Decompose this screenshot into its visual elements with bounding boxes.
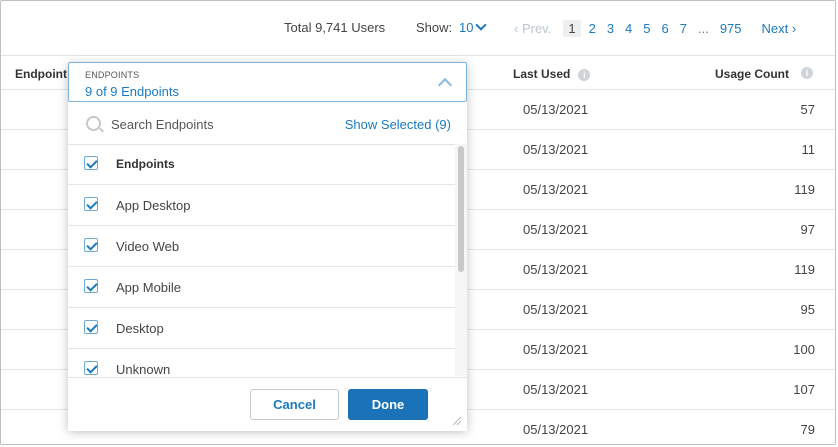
field-value: 9 of 9 Endpoints [85, 84, 179, 99]
pager: ‹ Prev. 1 2 3 4 5 6 7 ... 975 Next › [514, 18, 796, 38]
option-video-web[interactable]: Video Web [68, 226, 456, 267]
option-label: Endpoints [116, 157, 175, 171]
last-used-cell: 05/13/2021 [523, 262, 589, 277]
chevron-down-icon [475, 19, 488, 31]
checkbox-checked[interactable] [84, 279, 98, 293]
option-app-desktop[interactable]: App Desktop [68, 185, 456, 226]
checkbox-checked[interactable] [84, 361, 98, 375]
usage-count-label: Usage Count [714, 67, 789, 81]
resize-handle-icon[interactable] [451, 415, 461, 425]
info-icon[interactable]: i [578, 68, 591, 81]
option-label: App Desktop [116, 198, 191, 213]
field-label: ENDPOINTS [85, 70, 140, 80]
dropdown-footer: Cancel Done [68, 377, 467, 431]
last-used-cell: 05/13/2021 [523, 422, 589, 437]
page-button-last[interactable]: 975 [720, 21, 742, 36]
scrollbar-thumb[interactable] [458, 146, 464, 272]
page-button-2[interactable]: 2 [589, 21, 596, 36]
chevron-right-icon: › [788, 20, 797, 36]
usage-count-cell: 79 [800, 422, 815, 437]
search-icon [86, 116, 101, 131]
checkbox-checked[interactable] [84, 238, 98, 252]
column-header-usage-count[interactable]: Usage Count i [714, 67, 813, 81]
page-button-6[interactable]: 6 [662, 21, 669, 36]
last-used-cell: 05/13/2021 [523, 142, 589, 157]
prev-label: Prev. [521, 20, 552, 36]
chevron-up-icon[interactable] [437, 77, 453, 93]
next-label: Next [761, 20, 789, 36]
column-header-last-used[interactable]: Last Used i [513, 67, 591, 81]
usage-count-cell: 95 [800, 302, 815, 317]
page-size-value: 10 [459, 20, 474, 35]
prev-page-button[interactable]: ‹ Prev. [514, 21, 551, 36]
page-button-4[interactable]: 4 [625, 21, 632, 36]
endpoints-filter-dropdown: ENDPOINTS 9 of 9 Endpoints Show Selected… [68, 62, 467, 431]
show-label: Show: [416, 20, 453, 35]
option-unknown[interactable]: Unknown [68, 349, 456, 376]
cancel-button[interactable]: Cancel [250, 389, 339, 420]
usage-count-cell: 107 [793, 382, 815, 397]
option-app-mobile[interactable]: App Mobile [68, 267, 456, 308]
last-used-label: Last Used [513, 67, 571, 81]
last-used-cell: 05/13/2021 [523, 382, 589, 397]
page-button-1[interactable]: 1 [563, 19, 581, 37]
option-label: Video Web [116, 239, 180, 254]
show-selected-link[interactable]: Show Selected (9) [345, 117, 451, 132]
search-endpoints-input[interactable] [111, 114, 311, 134]
last-used-cell: 05/13/2021 [523, 222, 589, 237]
search-row: Show Selected (9) [68, 104, 467, 145]
next-page-button[interactable]: Next › [762, 21, 797, 36]
last-used-cell: 05/13/2021 [523, 342, 589, 357]
page-size-select[interactable]: 10 [459, 19, 488, 35]
endpoints-select-field[interactable]: ENDPOINTS 9 of 9 Endpoints [68, 62, 467, 102]
usage-count-cell: 119 [794, 262, 815, 277]
usage-count-cell: 97 [800, 222, 815, 237]
usage-count-cell: 57 [800, 102, 815, 117]
chevron-left-icon: ‹ [514, 20, 522, 36]
option-label: Desktop [116, 321, 164, 336]
info-icon[interactable]: i [801, 67, 813, 79]
page-button-5[interactable]: 5 [643, 21, 650, 36]
option-desktop[interactable]: Desktop [68, 308, 456, 349]
option-label: Unknown [116, 362, 171, 376]
checkbox-checked[interactable] [84, 320, 98, 334]
checkbox-checked[interactable] [84, 197, 98, 211]
usage-count-cell: 100 [793, 342, 815, 357]
pager-ellipsis: ... [697, 20, 709, 36]
total-users-text: Total 9,741 Users [284, 20, 386, 35]
option-label: App Mobile [116, 280, 182, 295]
pagination-bar: Total 9,741 Users Show: 10 ‹ Prev. 1 2 3… [1, 1, 835, 56]
usage-count-cell: 11 [801, 142, 816, 157]
endpoint-options-list: Endpoints App Desktop Video Web App Mobi… [68, 144, 467, 376]
page-button-7[interactable]: 7 [680, 21, 687, 36]
option-endpoints-all[interactable]: Endpoints [68, 144, 456, 185]
column-header-endpoint[interactable]: Endpoint [15, 67, 67, 81]
last-used-cell: 05/13/2021 [523, 302, 589, 317]
checkbox-checked[interactable] [84, 156, 98, 170]
last-used-cell: 05/13/2021 [523, 182, 589, 197]
page-button-3[interactable]: 3 [607, 21, 614, 36]
done-button[interactable]: Done [348, 389, 428, 420]
users-table-panel: Total 9,741 Users Show: 10 ‹ Prev. 1 2 3… [0, 0, 836, 445]
usage-count-cell: 119 [794, 182, 815, 197]
last-used-cell: 05/13/2021 [523, 102, 589, 117]
